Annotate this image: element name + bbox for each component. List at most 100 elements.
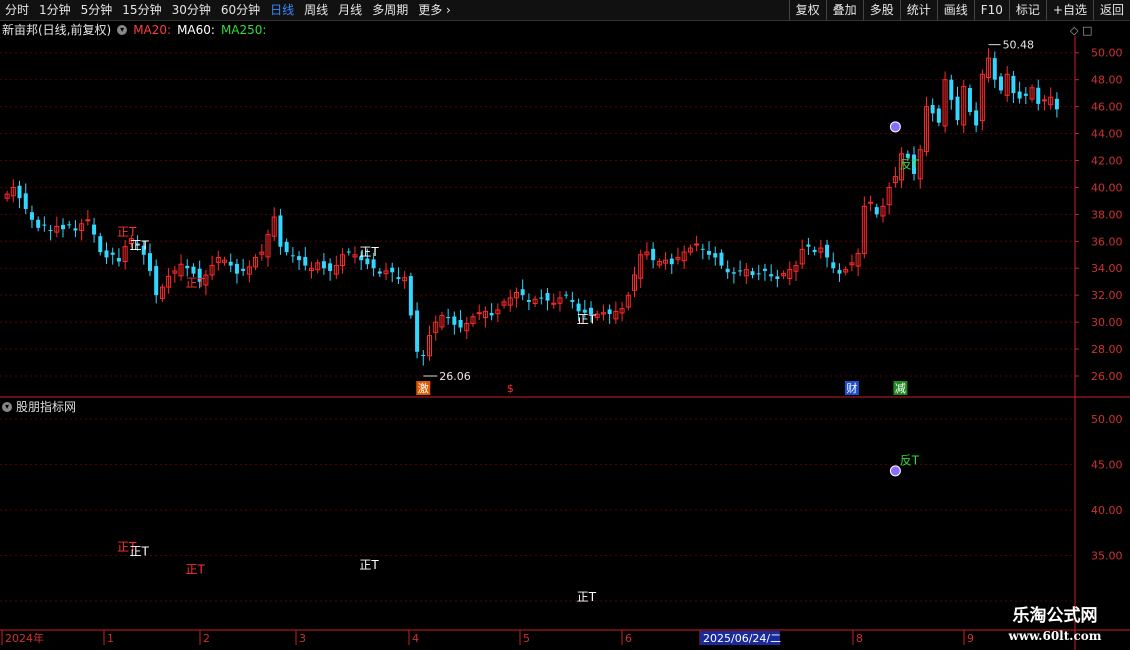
- candle-body: [42, 224, 47, 226]
- candle-body: [700, 248, 705, 250]
- x-tick-label: 5: [523, 632, 530, 645]
- sub-cup-icon: [889, 465, 901, 477]
- main-signal-positive-t: 正T: [130, 238, 150, 252]
- sub-y-tick-label: 45.00: [1091, 459, 1123, 472]
- candle-body: [564, 294, 569, 296]
- candle-body: [321, 261, 326, 269]
- candle-body: [570, 300, 575, 302]
- candle-body: [936, 108, 941, 123]
- event-marker: 减: [895, 382, 906, 395]
- candle-body: [185, 265, 190, 269]
- candle-body: [290, 255, 295, 257]
- candle-body: [713, 253, 718, 258]
- max-price-label: 50.48: [1003, 39, 1035, 52]
- candle-body: [92, 224, 97, 235]
- candle-body: [731, 272, 736, 274]
- x-tick-label: 2025/06/24/二: [703, 632, 781, 645]
- candle-body: [949, 79, 954, 100]
- event-marker: 激: [418, 381, 429, 395]
- y-tick-label: 26.00: [1091, 370, 1123, 383]
- candle-body: [1036, 87, 1041, 104]
- candle-body: [868, 201, 874, 204]
- candle-body: [297, 256, 302, 261]
- candle-body: [116, 258, 121, 262]
- sub-signal-positive-t: 正T: [359, 558, 379, 572]
- y-tick-label: 38.00: [1091, 208, 1123, 221]
- candle-body: [61, 224, 66, 230]
- candle-body: [67, 224, 72, 226]
- candle-body: [719, 252, 724, 266]
- candle-body: [228, 261, 233, 266]
- y-tick-label: 40.00: [1091, 181, 1123, 194]
- candle-body: [365, 258, 370, 265]
- candle-body: [191, 266, 196, 274]
- candle-body: [738, 270, 743, 272]
- candle-body: [234, 263, 239, 274]
- candle-body: [104, 250, 109, 258]
- candle-body: [520, 289, 525, 296]
- sub-y-tick-label: 40.00: [1091, 504, 1123, 517]
- watermark-url: www.60lt.com: [1008, 629, 1102, 643]
- x-tick-label: 8: [856, 632, 863, 645]
- candle-body: [762, 268, 767, 271]
- candle-body: [930, 104, 935, 114]
- candle-body: [147, 253, 152, 271]
- x-tick-label: 6: [625, 632, 632, 645]
- candle-body: [154, 266, 159, 296]
- candle-body: [1041, 99, 1047, 102]
- x-tick-label: 2: [203, 632, 210, 645]
- candle-body: [36, 219, 41, 228]
- sub-y-tick-label: 35.00: [1091, 550, 1123, 563]
- candle-body: [551, 302, 557, 305]
- candle-body: [446, 317, 451, 319]
- candle-body: [707, 251, 712, 255]
- candle-body: [750, 271, 755, 275]
- main-signal-positive-t: 正T: [577, 312, 597, 326]
- sub-panel-title: 股朋指标网: [16, 400, 77, 414]
- candle-body: [489, 312, 494, 316]
- event-marker: $: [507, 382, 514, 395]
- x-tick-label: 4: [412, 632, 419, 645]
- candle-body: [806, 244, 811, 247]
- candle-body: [110, 252, 115, 255]
- candle-body: [756, 273, 761, 275]
- candle-body: [831, 262, 836, 269]
- candle-body: [992, 58, 997, 80]
- candle-body: [396, 277, 401, 280]
- sub-y-tick-label: 50.00: [1091, 413, 1123, 426]
- candle-body: [73, 228, 78, 231]
- candle-body: [539, 297, 544, 299]
- y-tick-label: 28.00: [1091, 343, 1123, 356]
- candle-body: [241, 268, 246, 271]
- candle-body: [371, 259, 376, 269]
- candle-body: [769, 274, 774, 277]
- candle-body: [1011, 75, 1016, 94]
- candle-body: [98, 236, 103, 253]
- candle-body: [452, 316, 457, 325]
- kline-chart[interactable]: 50.00 48.00 46.00 44.00 42.00 40.00 38.00 36.00…: [0, 0, 1130, 650]
- candle-body: [607, 309, 612, 315]
- candle-body: [476, 312, 482, 315]
- sub-signal-reverse-t: 反T: [900, 454, 920, 468]
- candle-body: [812, 249, 817, 253]
- candle-body: [284, 241, 289, 253]
- sub-panel-header: ▾ 股朋指标网: [2, 398, 76, 415]
- candle-body: [421, 354, 426, 356]
- sub-signal-positive-t: 正T: [577, 590, 597, 604]
- main-signal-positive-t: 正T: [185, 276, 205, 290]
- candle-body: [998, 76, 1003, 91]
- sub-signal-positive-t: 正T: [185, 563, 205, 577]
- y-tick-label: 46.00: [1091, 101, 1123, 114]
- candle-body: [29, 212, 34, 220]
- candle-body: [328, 263, 333, 271]
- candle-body: [837, 269, 842, 274]
- candle-body: [526, 300, 531, 302]
- candle-body: [669, 258, 674, 265]
- sub-panel-menu-icon[interactable]: ▾: [2, 401, 12, 412]
- candle-body: [825, 244, 830, 258]
- candle-body: [775, 276, 780, 280]
- y-tick-label: 36.00: [1091, 235, 1123, 248]
- candle-body: [576, 303, 581, 312]
- candle-body: [974, 110, 979, 126]
- y-tick-label: 44.00: [1091, 128, 1123, 141]
